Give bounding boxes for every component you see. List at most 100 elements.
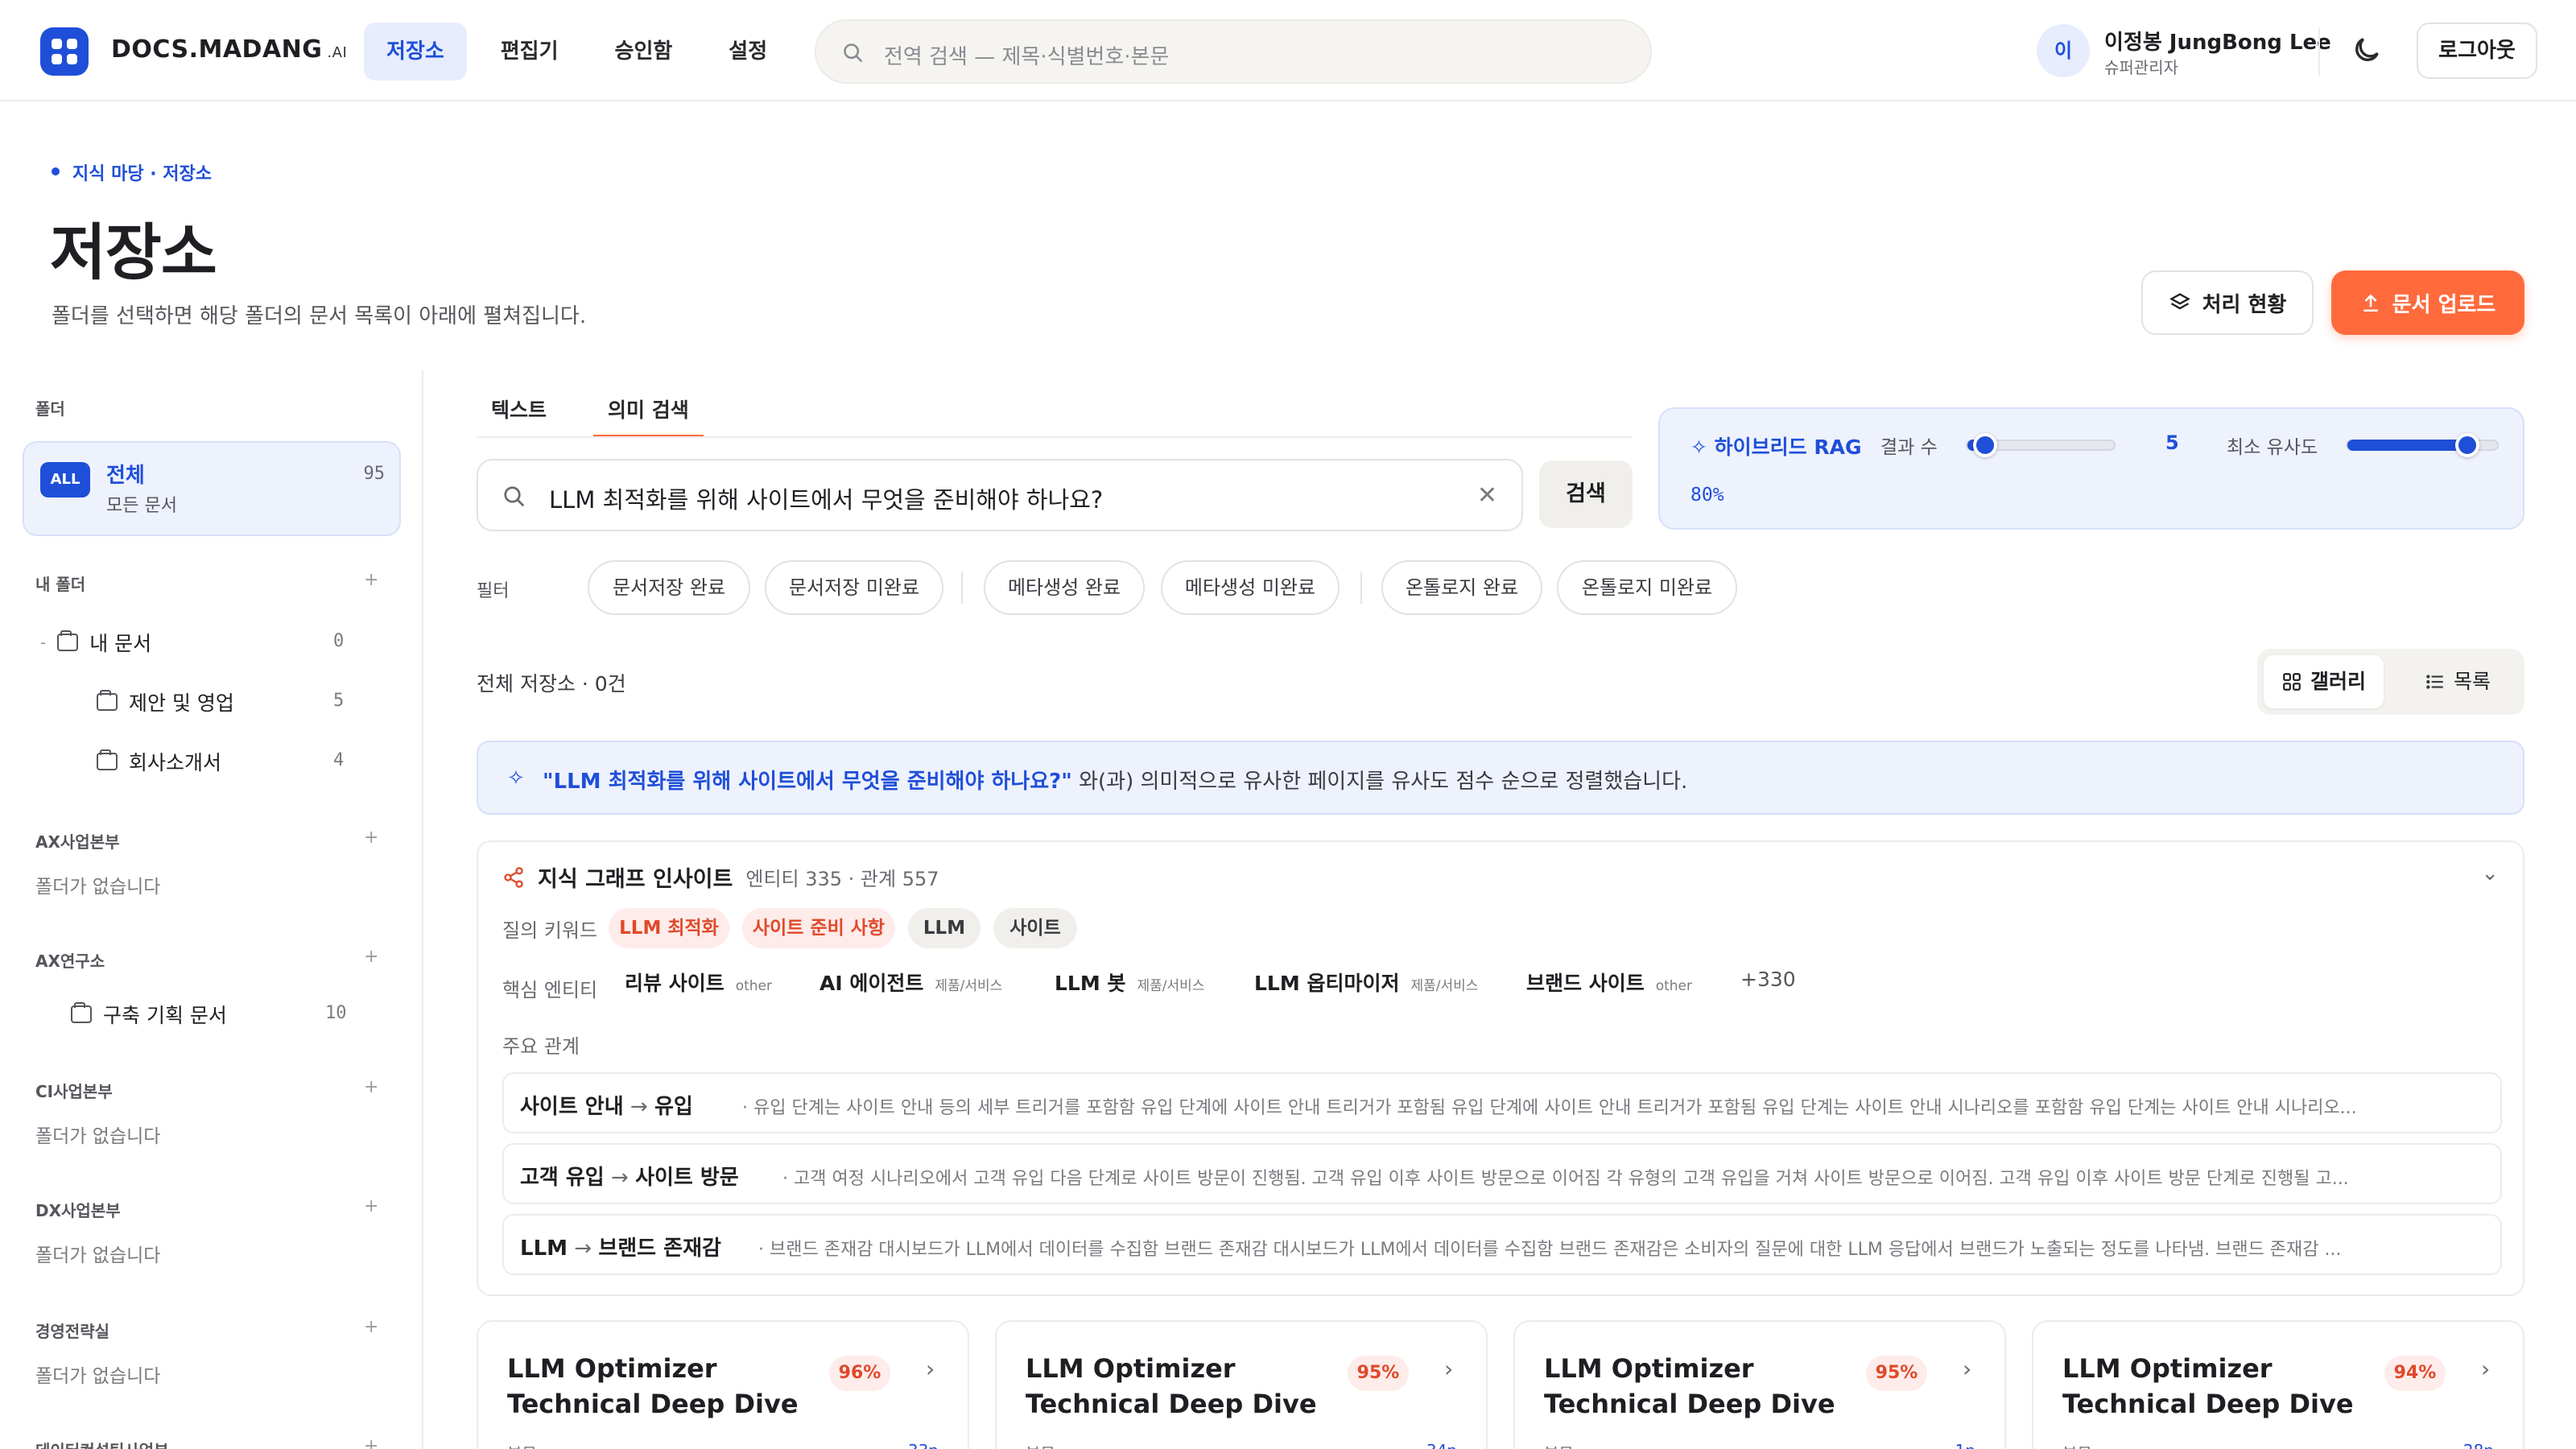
nav-tab-editor[interactable]: 편집기 [478,23,581,80]
add-folder-button[interactable]: + [364,1196,378,1216]
relation-description: · 유입 단계는 사이트 안내 등의 세부 트리거를 포함함 유입 단계에 사이… [742,1098,2357,1118]
add-folder-button[interactable]: + [364,828,378,848]
keyword-chip[interactable]: LLM [908,908,980,948]
group-heading: 데이터컨설팅사업부 [35,1438,169,1449]
filter-label: 필터 [477,581,510,601]
card-title: LLM Optimizer Technical Deep Dive [2062,1353,2354,1419]
divider [961,572,963,604]
page-title: 저장소 [50,217,217,288]
clear-icon[interactable]: ✕ [1477,481,1497,510]
tab-semantic-search[interactable]: 의미 검색 [593,386,704,438]
entity-item[interactable]: AI 에이전트 제품/서비스 [819,968,1002,997]
logout-button[interactable]: 로그아웃 [2417,23,2537,79]
similarity-slider-handle[interactable] [2454,433,2479,457]
filter-chip-ontology-pending[interactable]: 온톨로지 미완료 [1557,560,1737,615]
keyword-chip[interactable]: LLM 최적화 [609,908,729,948]
folder-proposals[interactable]: 제안 및 영업 [97,687,234,716]
relation-pair: LLM → 브랜드 존재감 [520,1236,721,1261]
relations-label: 주요 관계 [502,1035,580,1058]
folder-all-title: 전체 [106,464,145,488]
gallery-view-button[interactable]: 갤러리 [2264,655,2384,708]
empty-folder-text: 폴더가 없습니다 [35,877,161,898]
list-view-button[interactable]: 목록 [2407,655,2508,708]
collapse-icon[interactable]: - [40,633,46,652]
tab-text-search[interactable]: 텍스트 [477,386,561,438]
chevron-right-icon[interactable]: › [926,1356,935,1382]
filter-chip-meta-done[interactable]: 메타생성 완료 [984,560,1145,615]
add-folder-button[interactable]: + [364,1436,378,1449]
folder-sidebar: 폴더 ALL 전체 모든 문서 95 내 폴더 + - 내 문서 0 제안 및 … [0,370,423,1449]
upload-document-button[interactable]: 문서 업로드 [2331,270,2524,335]
semantic-query-input[interactable]: LLM 최적화를 위해 사이트에서 무엇을 준비해야 하나요? ✕ [477,459,1523,531]
min-similarity-slider[interactable] [2346,433,2499,457]
add-folder-button[interactable]: + [364,947,378,967]
filter-chip-meta-pending[interactable]: 메타생성 미완료 [1161,560,1340,615]
folder-count: 0 [333,631,345,651]
similarity-score-badge: 94% [2384,1356,2446,1391]
result-card[interactable]: LLM Optimizer Technical Deep Dive 95% › … [995,1320,1488,1449]
nav-tab-repository[interactable]: 저장소 [364,23,467,80]
entity-item[interactable]: LLM 옵티마이저 제품/서비스 [1254,968,1478,997]
divider [477,436,1633,438]
entities-more[interactable]: +330 [1740,968,1796,991]
entity-item[interactable]: 리뷰 사이트 other [625,968,772,997]
chevron-right-icon[interactable]: › [1444,1356,1453,1382]
add-folder-button[interactable]: + [364,1317,378,1337]
similarity-score-badge: 95% [1348,1356,1409,1391]
dark-mode-moon-icon[interactable] [2351,34,2383,66]
brand-name[interactable]: DOCS.MADANG .AI [111,35,347,64]
search-icon [504,486,525,507]
card-section: 본문 [1544,1441,1574,1449]
filter-chip-saved[interactable]: 문서저장 완료 [588,560,750,615]
add-my-folder-button[interactable]: + [364,570,378,590]
relation-pair: 고객 유입 → 사이트 방문 [520,1166,739,1190]
entities-label: 핵심 엔티티 [502,979,598,1001]
arrow-right-icon: → [568,1236,599,1261]
keyword-chip[interactable]: 사이트 준비 사항 [742,908,895,948]
kg-meta: 엔티티 335 · 관계 557 [745,868,939,890]
card-section: 본문 [1026,1441,1055,1449]
folder-count: 10 [325,1003,347,1023]
folder-company-intro[interactable]: 회사소개서 [97,747,221,776]
entity-item[interactable]: 브랜드 사이트 other [1526,968,1692,997]
all-badge: ALL [40,462,90,497]
card-title: LLM Optimizer Technical Deep Dive [1544,1353,1835,1419]
result-card[interactable]: LLM Optimizer Technical Deep Dive 96% › … [477,1320,969,1449]
entity-item[interactable]: LLM 봇 제품/서비스 [1055,968,1204,997]
user-avatar[interactable]: 이 [2037,24,2090,77]
sparkle-icon: ✧ [507,766,525,791]
global-search-input[interactable]: 전역 검색 — 제목·식별번호·본문 [815,19,1652,84]
result-card[interactable]: LLM Optimizer Technical Deep Dive 95% › … [1513,1320,2006,1449]
collapse-chevron-icon[interactable]: ⌄ [2481,861,2499,886]
nav-tab-settings[interactable]: 설정 [706,23,790,80]
filter-chip-unsaved[interactable]: 문서저장 미완료 [765,560,943,615]
layers-icon [2169,293,2190,310]
results-slider-handle[interactable] [1972,433,1997,457]
search-button[interactable]: 검색 [1539,460,1633,528]
keywords-label: 질의 키워드 [502,919,598,942]
folder-build-planning[interactable]: 구축 기획 문서 [71,1000,227,1029]
folder-all-subtitle: 모든 문서 [106,496,177,516]
chevron-right-icon[interactable]: › [2481,1356,2490,1382]
empty-folder-text: 폴더가 없습니다 [35,1245,161,1266]
empty-folder-text: 폴더가 없습니다 [35,1126,161,1147]
folder-all[interactable]: ALL 전체 모든 문서 95 [23,441,401,536]
app-logo-icon[interactable] [40,27,89,76]
global-search-placeholder: 전역 검색 — 제목·식별번호·본문 [884,45,1170,69]
hybrid-rag-panel: ✧ 하이브리드 RAG 결과 수 5 최소 유사도 80% [1658,407,2524,530]
result-card[interactable]: LLM Optimizer Technical Deep Dive 94% › … [2032,1320,2524,1449]
folder-my-documents[interactable]: - 내 문서 [40,628,151,657]
processing-status-button[interactable]: 처리 현황 [2141,270,2314,335]
relation-row[interactable]: 사이트 안내 → 유입 · 유입 단계는 사이트 안내 등의 세부 트리거를 포… [502,1072,2502,1133]
chevron-right-icon[interactable]: › [1963,1356,1971,1382]
keyword-chip[interactable]: 사이트 [993,908,1077,948]
filter-chip-ontology-done[interactable]: 온톨로지 완료 [1381,560,1542,615]
relation-row[interactable]: 고객 유입 → 사이트 방문 · 고객 여정 시나리오에서 고객 유입 다음 단… [502,1143,2502,1204]
results-count-slider[interactable] [1966,433,2116,457]
rag-title: ✧ 하이브리드 RAG [1690,436,1862,459]
divider [2318,27,2320,76]
add-folder-button[interactable]: + [364,1077,378,1097]
relation-row[interactable]: LLM → 브랜드 존재감 · 브랜드 존재감 대시보드가 LLM에서 데이터를… [502,1214,2502,1275]
breadcrumb: 지식 마당 · 저장소 [52,159,212,185]
nav-tab-approvals[interactable]: 승인함 [592,23,696,80]
